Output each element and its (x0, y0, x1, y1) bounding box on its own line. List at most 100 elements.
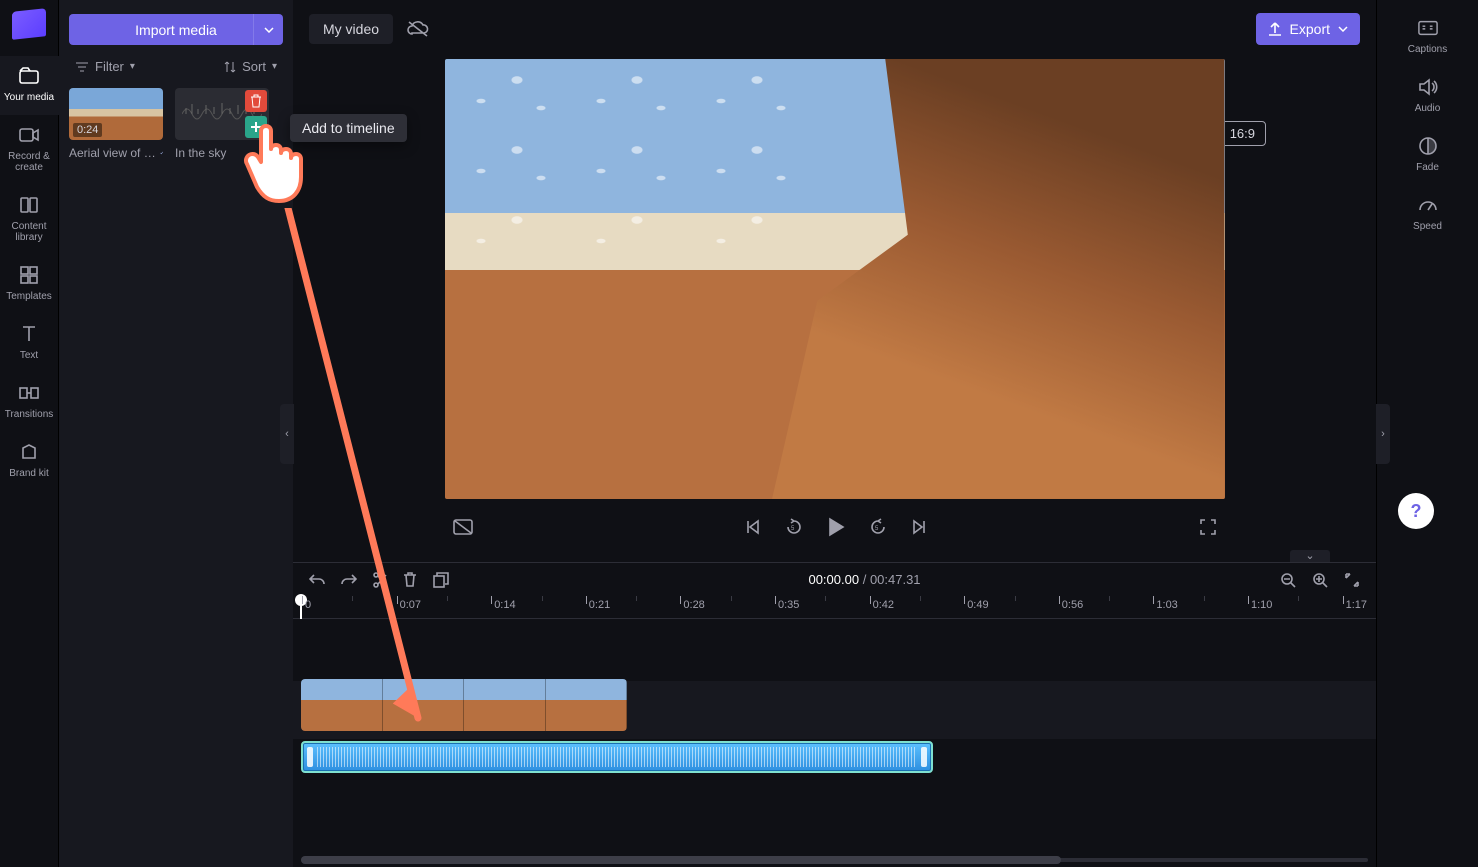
trash-icon (403, 572, 417, 588)
fullscreen-icon (1199, 518, 1217, 536)
rewind-button[interactable]: 5 (785, 518, 803, 536)
scrollbar-thumb[interactable] (301, 856, 1061, 864)
ruler-tick: 0:49 (967, 599, 988, 611)
ruler-tick: 0:28 (683, 599, 704, 611)
add-to-timeline-button[interactable] (245, 116, 267, 138)
fade-icon (1418, 136, 1438, 156)
sidebar-item-transitions[interactable]: Transitions (0, 373, 59, 432)
rail-label: Audio (1415, 103, 1441, 114)
plus-icon (250, 121, 262, 133)
center-area: My video Export 16:9 (293, 0, 1376, 867)
sidebar-item-templates[interactable]: Templates (0, 255, 59, 314)
sidebar-item-record-create[interactable]: Record & create (0, 115, 59, 185)
duplicate-button[interactable] (433, 572, 449, 588)
rail-label: Fade (1416, 162, 1439, 173)
fullscreen-button[interactable] (1199, 518, 1217, 536)
media-thumbnail (175, 88, 269, 140)
chevron-down-icon: ▾ (130, 61, 135, 72)
import-label: Import media (135, 22, 217, 38)
sidebar-label: Templates (6, 291, 52, 302)
sidebar-item-content-library[interactable]: Content library (0, 185, 59, 255)
media-name: In the sky (175, 146, 226, 160)
text-icon (19, 324, 39, 344)
preview-area: 16:9 5 5 (293, 59, 1376, 549)
sidebar-item-fade[interactable]: Fade (1377, 126, 1478, 185)
timeline[interactable] (293, 619, 1376, 867)
collapse-right-panel-button[interactable]: › (1376, 404, 1390, 464)
media-item-audio[interactable]: In the sky (175, 88, 269, 160)
speaker-icon (1418, 77, 1438, 97)
sidebar-label: Brand kit (9, 468, 48, 479)
filter-label: Filter (95, 59, 124, 74)
timeline-ruler[interactable]: 00:070:140:210:280:350:420:490:561:031:1… (293, 596, 1376, 620)
current-time: 00:00.00 (808, 572, 859, 587)
audio-clip[interactable] (301, 741, 933, 773)
ruler-tick: 0 (305, 599, 311, 611)
ruler-tick: 0:56 (1062, 599, 1083, 611)
svg-text:5: 5 (791, 526, 795, 532)
sidebar-item-brand-kit[interactable]: Brand kit (0, 432, 59, 491)
video-preview[interactable] (445, 59, 1225, 499)
skip-back-icon (745, 519, 761, 535)
sync-off-button[interactable] (407, 20, 429, 38)
scissors-icon (373, 572, 387, 588)
svg-text:5: 5 (875, 526, 879, 532)
hide-controls-button[interactable] (453, 519, 473, 535)
speed-icon (1418, 195, 1438, 215)
import-media-dropdown[interactable] (253, 14, 283, 45)
aspect-ratio-button[interactable]: 16:9 (1219, 121, 1266, 146)
brand-kit-icon (19, 442, 39, 462)
skip-start-button[interactable] (745, 519, 761, 535)
help-button[interactable]: ? (1398, 493, 1434, 529)
skip-forward-icon (911, 519, 927, 535)
zoom-in-button[interactable] (1312, 572, 1328, 588)
sidebar-item-speed[interactable]: Speed (1377, 185, 1478, 244)
sidebar-item-your-media[interactable]: Your media (0, 56, 59, 115)
collapse-media-panel-button[interactable]: ‹ (280, 404, 294, 464)
trash-icon (250, 94, 262, 108)
chevron-down-icon (264, 27, 274, 33)
delete-clip-button[interactable] (403, 572, 417, 588)
fit-timeline-button[interactable] (1344, 572, 1360, 588)
left-tool-rail: Your media Record & create Content libra… (0, 0, 59, 867)
chevron-left-icon: ‹ (285, 428, 289, 440)
sidebar-item-audio[interactable]: Audio (1377, 67, 1478, 126)
ruler-tick: 1:10 (1251, 599, 1272, 611)
delete-media-button[interactable] (245, 90, 267, 112)
play-icon (827, 517, 845, 537)
zoom-out-button[interactable] (1280, 572, 1296, 588)
ruler-tick: 0:42 (873, 599, 894, 611)
sidebar-item-text[interactable]: Text (0, 314, 59, 373)
sidebar-label: Content library (2, 221, 57, 243)
sidebar-label: Record & create (2, 151, 57, 173)
library-icon (19, 195, 39, 215)
forward-button[interactable]: 5 (869, 518, 887, 536)
undo-button[interactable] (309, 573, 325, 587)
split-button[interactable] (373, 572, 387, 588)
total-time: 00:47.31 (870, 572, 921, 587)
sidebar-item-captions[interactable]: Captions (1377, 8, 1478, 67)
sort-icon (224, 60, 236, 74)
export-button[interactable]: Export (1256, 13, 1360, 45)
captions-icon (1418, 18, 1438, 38)
right-tool-rail: Captions Audio Fade Speed › (1376, 0, 1478, 867)
sort-button[interactable]: Sort ▾ (218, 55, 283, 78)
media-duration: 0:24 (73, 123, 102, 137)
media-item-video[interactable]: 0:24 Aerial view of … (69, 88, 163, 160)
filter-button[interactable]: Filter ▾ (69, 55, 141, 78)
import-media-button[interactable]: Import media (69, 14, 283, 45)
ruler-tick: 1:03 (1156, 599, 1177, 611)
sidebar-label: Transitions (5, 409, 54, 420)
video-clip[interactable] (301, 679, 627, 731)
redo-button[interactable] (341, 573, 357, 587)
export-label: Export (1290, 21, 1330, 37)
forward-5-icon: 5 (869, 518, 887, 536)
help-label: ? (1411, 501, 1422, 522)
project-title-input[interactable]: My video (309, 14, 393, 44)
skip-end-button[interactable] (911, 519, 927, 535)
timeline-scrollbar[interactable] (293, 855, 1376, 865)
media-thumbnail: 0:24 (69, 88, 163, 140)
collapse-timeline-button[interactable]: ⌄ (1290, 550, 1330, 562)
play-button[interactable] (827, 517, 845, 537)
sidebar-label: Your media (4, 92, 54, 103)
